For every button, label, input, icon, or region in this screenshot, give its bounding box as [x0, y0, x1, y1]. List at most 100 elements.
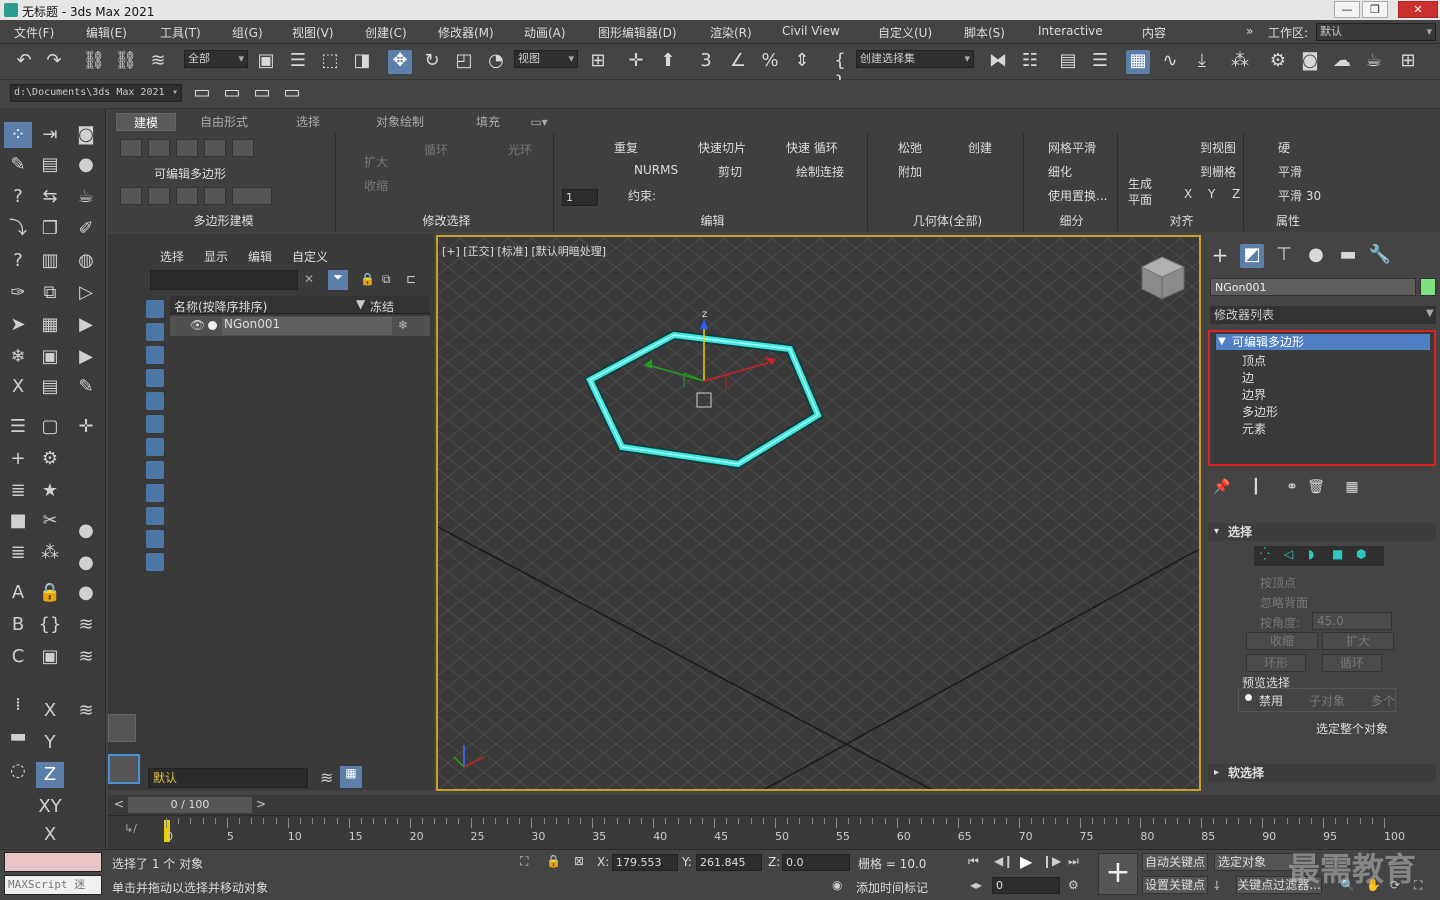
tab-object-paint[interactable]: 对象绘制 — [364, 113, 436, 131]
menu-interactive[interactable]: Interactive — [1038, 24, 1103, 38]
menu-scripting[interactable]: 脚本(S) — [964, 24, 1005, 41]
z-coord-field[interactable]: 0.0 — [782, 854, 850, 871]
mini-curve-icon[interactable]: ↳/ — [124, 822, 137, 835]
menu-rendering[interactable]: 渲染(R) — [710, 24, 752, 41]
menu-tools[interactable]: 工具(T) — [160, 24, 201, 41]
zoom-icon[interactable]: 🔍 — [1340, 878, 1355, 892]
maximize-button[interactable]: ❐ — [1362, 1, 1388, 18]
tool-circle-dots-icon[interactable]: ◌ — [4, 758, 32, 784]
render-frame-icon[interactable]: ☁ — [1330, 50, 1354, 74]
show-end-result-icon[interactable]: ┃ — [1244, 476, 1268, 500]
quickslice-button[interactable]: 快速切片 — [698, 139, 746, 156]
polygon-mode-icon[interactable] — [204, 139, 226, 157]
tool-film-icon[interactable]: ▤ — [36, 374, 64, 400]
tool-import-icon[interactable]: ⇥ — [36, 122, 64, 148]
tool-dots-icon[interactable]: ⁂ — [36, 540, 64, 566]
align-y-button[interactable]: Y — [1208, 187, 1215, 201]
y-coord-field[interactable]: 261.845 — [696, 854, 762, 871]
viewport-perspective[interactable]: z [+] [正交] [标准] [默认明暗处理] — [436, 235, 1201, 791]
modifier-list-dropdown[interactable]: 修改器列表 — [1210, 306, 1436, 324]
tool-layer2-icon[interactable]: ≣ — [4, 540, 32, 566]
utilities-tab-icon[interactable]: 🔧 — [1368, 244, 1392, 268]
sub-polygon-icon[interactable]: ■ — [1332, 547, 1343, 561]
lock-icon[interactable]: 🔒 — [360, 272, 375, 286]
show-result-icon[interactable] — [204, 187, 226, 205]
align-icon[interactable]: ☷ — [1018, 50, 1042, 74]
menu-content[interactable]: 内容 — [1142, 24, 1166, 41]
radio-multi-label[interactable]: 多个 — [1371, 692, 1395, 709]
attach-button[interactable]: 附加 — [898, 163, 922, 180]
orbit-icon[interactable]: ⟳ — [1390, 878, 1400, 892]
key-mode-icon[interactable]: ◂▸ — [970, 878, 982, 892]
sub-edge-icon[interactable]: ◁ — [1284, 547, 1293, 561]
tool-stackz-icon[interactable]: ≋ — [72, 698, 100, 724]
tool-xq-icon[interactable]: X — [4, 374, 32, 400]
tool-cube-icon[interactable]: ▢ — [36, 414, 64, 440]
menu-group[interactable]: 组(G) — [232, 24, 263, 41]
radio-disabled-icon[interactable] — [1245, 694, 1252, 701]
tool-square-icon[interactable]: ■ — [4, 508, 32, 534]
tool-attach-icon[interactable]: ⤵ — [4, 216, 32, 242]
keyboard-shortcut-icon[interactable]: ⬆ — [656, 50, 680, 74]
to-view-button[interactable]: 到视图 — [1200, 139, 1236, 156]
isolate-icon[interactable]: ⛶ — [520, 854, 528, 869]
configure-sets-icon[interactable]: ▦ — [1340, 476, 1364, 500]
tool-transform-icon[interactable]: ⇆ — [36, 184, 64, 210]
time-config-icon[interactable]: ⚙ — [1068, 878, 1079, 892]
toggle-ribbon-icon[interactable]: ☰ — [1088, 50, 1112, 74]
vertex-mode-icon[interactable] — [120, 139, 142, 157]
tool-panel-icon[interactable]: ▦ — [36, 312, 64, 338]
radio-disabled-label[interactable]: 禁用 — [1259, 692, 1283, 709]
remove-modifier-icon[interactable]: 🗑 — [1304, 476, 1328, 500]
filter-frozen-icon[interactable] — [146, 530, 164, 548]
tool-lasso-icon[interactable]: ✎ — [4, 152, 32, 178]
close-button[interactable]: ✕ — [1398, 1, 1438, 18]
auto-key-button[interactable]: 自动关键点 — [1142, 853, 1208, 871]
open-project-icon[interactable]: ▭ — [220, 82, 244, 106]
sort-icon[interactable]: ▼ — [356, 297, 365, 311]
tool-toggle-icon[interactable]: ▷ — [72, 280, 100, 306]
border-mode-icon[interactable] — [176, 139, 198, 157]
motion-tab-icon[interactable]: ● — [1304, 244, 1328, 268]
radio-subobject-label[interactable]: 子对象 — [1309, 692, 1345, 709]
menu-civil-view[interactable]: Civil View — [782, 24, 840, 38]
pan-icon[interactable]: ✋ — [1366, 878, 1381, 892]
filter-helpers-icon[interactable] — [146, 392, 164, 410]
angle-spinner[interactable]: 45.0 — [1312, 612, 1392, 630]
time-tag-icon[interactable]: ◉ — [832, 878, 842, 892]
tool-cog-icon[interactable]: ⚙ — [36, 446, 64, 472]
axis-y-icon[interactable]: Y — [36, 730, 64, 756]
tab-freeform[interactable]: 自由形式 — [188, 113, 260, 131]
tool-brush-icon[interactable]: ✐ — [72, 216, 100, 242]
use-displacement-button[interactable]: 使用置换... — [1048, 187, 1107, 204]
col-name-header[interactable]: 名称(按降序排序) — [174, 298, 267, 315]
scene-menu-customize[interactable]: 自定义 — [292, 248, 328, 265]
reference-coord-dropdown[interactable]: 视图 — [514, 50, 578, 68]
tool-help-icon[interactable]: ? — [4, 248, 32, 274]
time-slider-thumb[interactable]: 0 / 100 — [128, 797, 252, 813]
menu-graph-editors[interactable]: 图形编辑器(D) — [598, 24, 677, 41]
tool-snow-icon[interactable]: ❄ — [4, 344, 32, 370]
pivot-center-icon[interactable]: ⊞ — [586, 50, 610, 74]
menu-edit[interactable]: 编辑(E) — [86, 24, 127, 41]
to-grid-button[interactable]: 到栅格 — [1200, 163, 1236, 180]
edge-mode-icon[interactable] — [148, 139, 170, 157]
next-frame-icon[interactable]: > — [256, 797, 266, 811]
menu-animation[interactable]: 动画(A) — [524, 24, 566, 41]
unlink-icon[interactable]: ⛓ — [114, 50, 138, 74]
stack-expand-icon[interactable]: ▼ — [1218, 334, 1226, 350]
align-z-button[interactable]: Z — [1232, 187, 1240, 201]
element-mode-icon[interactable] — [232, 139, 254, 157]
goto-end-icon[interactable]: ⏭ — [1068, 854, 1079, 869]
prev-frame-icon[interactable]: < — [114, 797, 124, 811]
loop-selection-button[interactable]: 循环 — [1322, 654, 1382, 672]
loop-button[interactable]: 循环 — [424, 141, 448, 158]
tool-dot1-icon[interactable]: ● — [72, 518, 100, 544]
create-tab-icon[interactable]: + — [1208, 244, 1232, 268]
ring-selection-button[interactable]: 环形 — [1246, 654, 1306, 672]
axis-x-icon[interactable]: X — [36, 698, 64, 724]
tool-lock-icon[interactable]: 🔒 — [36, 580, 64, 606]
scene-explorer-toggle-icon[interactable]: ▦ — [340, 766, 362, 788]
scene-row-ngon[interactable]: 👁 NGon001 ❄ — [170, 316, 430, 336]
tool-img-icon[interactable]: ▣ — [36, 644, 64, 670]
